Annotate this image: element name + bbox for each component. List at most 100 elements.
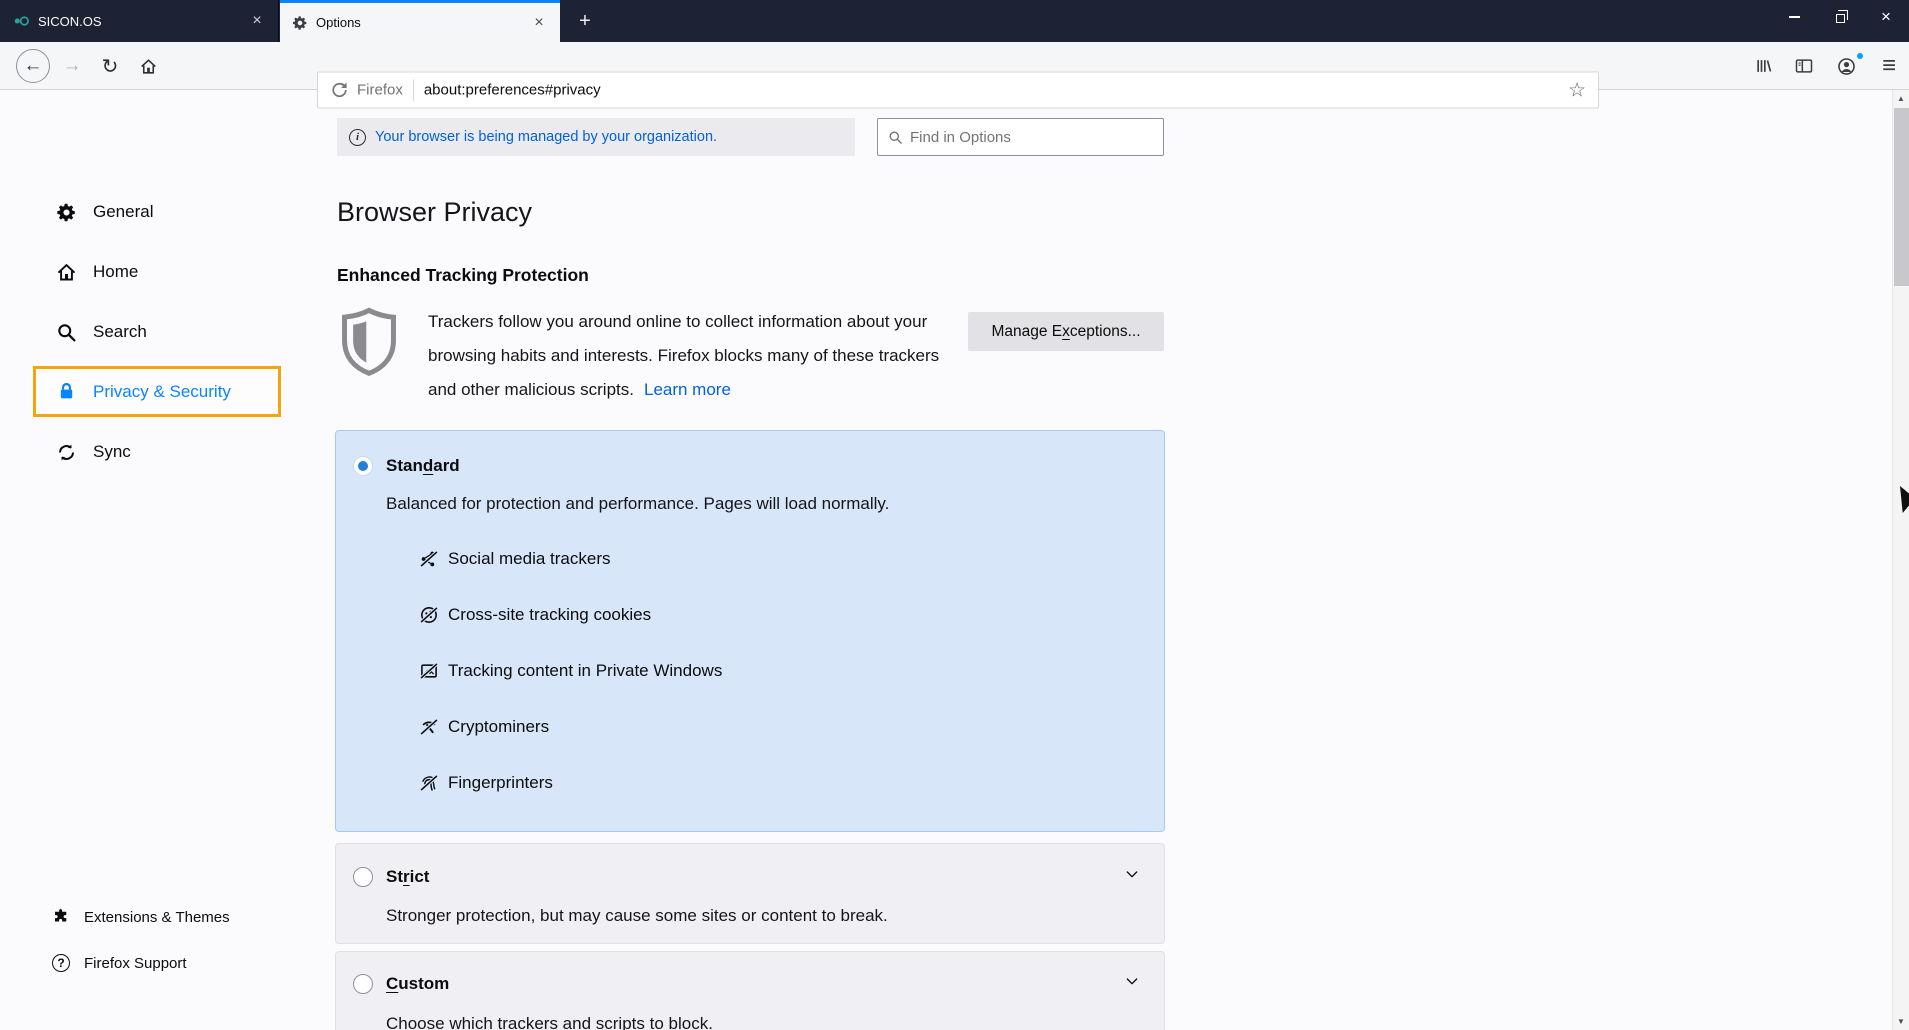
blocked-item-label: Cryptominers bbox=[448, 717, 549, 737]
option-standard-description: Balanced for protection and performance.… bbox=[386, 494, 889, 514]
sidebar-item-label: General bbox=[93, 202, 153, 222]
home-icon bbox=[55, 262, 77, 283]
etp-description: Trackers follow you around online to col… bbox=[428, 305, 963, 407]
chevron-down-icon[interactable] bbox=[1124, 866, 1140, 882]
search-icon bbox=[55, 322, 77, 343]
sidebar-footer-label: Extensions & Themes bbox=[84, 909, 230, 926]
cookies-icon bbox=[419, 605, 439, 625]
account-button[interactable] bbox=[1830, 42, 1862, 90]
find-in-options-box[interactable] bbox=[877, 118, 1164, 156]
tab-title: SICON.OS bbox=[38, 14, 238, 29]
blocked-item-label: Fingerprinters bbox=[448, 773, 553, 793]
radio-standard[interactable] bbox=[353, 456, 373, 476]
library-icon bbox=[1754, 56, 1774, 76]
option-strict-description: Stronger protection, but may cause some … bbox=[386, 906, 888, 926]
sidebars-button[interactable] bbox=[1788, 42, 1820, 90]
scrollbar[interactable]: ▲ ▼ bbox=[1892, 90, 1909, 1030]
sidebar-item-search[interactable]: Search bbox=[33, 308, 281, 356]
tab-options[interactable]: Options × bbox=[280, 0, 560, 42]
info-icon: i bbox=[349, 129, 366, 146]
sidebar-footer-label: Firefox Support bbox=[84, 955, 187, 972]
blocked-item-fingerprinters: Fingerprinters bbox=[419, 773, 553, 793]
urlbar-separator bbox=[413, 79, 414, 101]
page-title: Browser Privacy bbox=[337, 197, 532, 228]
minimize-button[interactable] bbox=[1771, 0, 1817, 34]
search-icon bbox=[888, 130, 903, 145]
sidebar-item-label: Search bbox=[93, 322, 147, 342]
restore-button[interactable] bbox=[1817, 0, 1863, 34]
option-custom-description: Choose which trackers and scripts to blo… bbox=[386, 1014, 713, 1030]
sidebar-item-general[interactable]: General bbox=[33, 188, 281, 236]
blocked-item-label: Cross-site tracking cookies bbox=[448, 605, 651, 625]
managed-notice: i Your browser is being managed by your … bbox=[337, 118, 855, 156]
sidebar-item-label: Sync bbox=[93, 442, 131, 462]
reload-button[interactable]: ↻ bbox=[95, 42, 125, 90]
close-button[interactable]: × bbox=[1863, 0, 1909, 34]
option-strict-label: Strict bbox=[386, 867, 429, 887]
managed-notice-link[interactable]: Your browser is being managed by your or… bbox=[375, 129, 717, 145]
find-in-options-input[interactable] bbox=[910, 129, 1153, 146]
cryptominers-icon bbox=[419, 717, 439, 737]
chevron-down-icon[interactable] bbox=[1124, 973, 1140, 989]
tab-sicon-os[interactable]: SICON.OS × bbox=[0, 0, 279, 42]
scrollbar-thumb[interactable] bbox=[1894, 108, 1909, 286]
radio-custom[interactable] bbox=[353, 974, 373, 994]
scroll-down-arrow[interactable]: ▼ bbox=[1893, 1017, 1909, 1026]
scroll-up-arrow[interactable]: ▲ bbox=[1893, 94, 1909, 103]
option-standard-panel[interactable]: Standard Balanced for protection and per… bbox=[335, 430, 1165, 832]
manage-exceptions-button[interactable]: Manage Exceptions... bbox=[968, 312, 1164, 351]
home-button[interactable] bbox=[132, 42, 164, 90]
blocked-item-label: Tracking content in Private Windows bbox=[448, 661, 722, 681]
option-strict-panel[interactable]: Strict Stronger protection, but may caus… bbox=[335, 843, 1165, 944]
blocked-item-label: Social media trackers bbox=[448, 549, 611, 569]
radio-strict[interactable] bbox=[353, 867, 373, 887]
sidebar-link-extensions-themes[interactable]: Extensions & Themes bbox=[52, 902, 230, 932]
home-icon bbox=[139, 57, 158, 76]
sidebar-link-firefox-support[interactable]: ? Firefox Support bbox=[52, 948, 187, 978]
fingerprinters-icon bbox=[419, 773, 439, 793]
blocked-item-social-media-trackers: Social media trackers bbox=[419, 549, 611, 569]
sidebar-item-home[interactable]: Home bbox=[33, 248, 281, 296]
etp-heading: Enhanced Tracking Protection bbox=[337, 265, 589, 286]
blocked-item-cross-site-cookies: Cross-site tracking cookies bbox=[419, 605, 651, 625]
blocked-item-tracking-content: Tracking content in Private Windows bbox=[419, 661, 722, 681]
tab-title: Options bbox=[316, 15, 520, 30]
shield-icon bbox=[340, 301, 398, 390]
sync-icon bbox=[55, 442, 77, 463]
bookmark-star-icon[interactable]: ☆ bbox=[1568, 78, 1586, 103]
url-bar[interactable]: Firefox about:preferences#privacy ☆ bbox=[317, 72, 1599, 109]
sidebar-item-label: Privacy & Security bbox=[93, 382, 231, 402]
tracking-content-icon bbox=[419, 661, 439, 681]
minimize-icon bbox=[1789, 16, 1800, 17]
sidebar-item-privacy-security[interactable]: Privacy & Security bbox=[33, 366, 281, 417]
sidebar-item-label: Home bbox=[93, 262, 138, 282]
question-icon: ? bbox=[52, 954, 70, 972]
gear-icon bbox=[55, 202, 77, 223]
option-custom-panel[interactable]: Custom Choose which trackers and scripts… bbox=[335, 951, 1165, 1030]
new-tab-button[interactable]: + bbox=[570, 8, 600, 34]
learn-more-link[interactable]: Learn more bbox=[644, 380, 731, 399]
back-icon: ← bbox=[24, 55, 43, 77]
identity-label: Firefox bbox=[357, 82, 403, 99]
button-label-accesskey: x bbox=[1062, 323, 1070, 340]
account-icon bbox=[1836, 56, 1857, 77]
back-button[interactable]: ← bbox=[15, 42, 51, 90]
url-text[interactable]: about:preferences#privacy bbox=[424, 82, 1568, 99]
gear-icon bbox=[292, 15, 308, 31]
navigation-toolbar: ← → ↻ Firefox about:preferences#privacy … bbox=[0, 42, 1909, 90]
blocked-item-cryptominers: Cryptominers bbox=[419, 717, 549, 737]
sicon-os-icon bbox=[12, 14, 30, 28]
restore-icon bbox=[1836, 14, 1845, 23]
forward-button[interactable]: → bbox=[57, 42, 87, 90]
tab-close-icon[interactable]: × bbox=[246, 10, 268, 32]
social-media-trackers-icon bbox=[419, 549, 439, 569]
sidebar-item-sync[interactable]: Sync bbox=[33, 428, 281, 476]
app-menu-button[interactable]: ≡ bbox=[1872, 42, 1906, 90]
notification-dot bbox=[1856, 52, 1864, 60]
option-custom-label: Custom bbox=[386, 974, 449, 994]
tab-close-icon[interactable]: × bbox=[528, 12, 550, 34]
puzzle-icon bbox=[52, 908, 70, 926]
option-standard-label: Standard bbox=[386, 456, 460, 476]
sidebar-icon bbox=[1794, 56, 1814, 76]
library-button[interactable] bbox=[1748, 42, 1780, 90]
